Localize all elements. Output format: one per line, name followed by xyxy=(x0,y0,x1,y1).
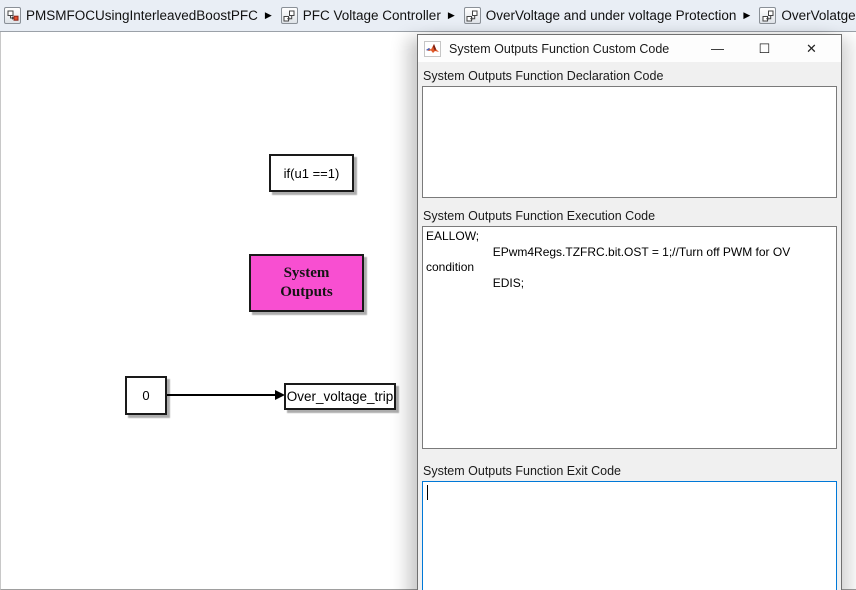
close-button[interactable]: ✕ xyxy=(788,36,835,61)
window-controls: — ☐ ✕ xyxy=(694,36,835,61)
maximize-button[interactable]: ☐ xyxy=(741,36,788,61)
breadcrumb: PMSMFOCUsingInterleavedBoostPFC ▶ PFC Vo… xyxy=(0,0,856,32)
minimize-button[interactable]: — xyxy=(694,36,741,61)
breadcrumb-label[interactable]: OverVoltage and under voltage Protection xyxy=(486,8,737,23)
breadcrumb-item-subsystem-2[interactable]: OverVoltage and under voltage Protection… xyxy=(464,7,760,24)
breadcrumb-item-subsystem-1[interactable]: PFC Voltage Controller ▶ xyxy=(281,7,464,24)
subsystem-icon xyxy=(281,7,298,24)
breadcrumb-item-model[interactable]: PMSMFOCUsingInterleavedBoostPFC ▶ xyxy=(4,7,281,24)
simulink-model-icon xyxy=(4,7,21,24)
matlab-icon xyxy=(424,41,441,57)
signal-line[interactable] xyxy=(167,394,277,396)
exit-code-textarea[interactable] xyxy=(422,481,837,590)
text-cursor xyxy=(427,485,428,500)
breadcrumb-arrow-icon[interactable]: ▶ xyxy=(265,10,272,21)
declaration-code-label: System Outputs Function Declaration Code xyxy=(423,69,837,83)
subsystem-icon xyxy=(759,7,776,24)
dialog-body: System Outputs Function Declaration Code… xyxy=(418,62,841,590)
data-store-write-block[interactable]: Over_voltage_trip xyxy=(284,383,396,410)
declaration-code-textarea[interactable] xyxy=(422,86,837,198)
subsystem-icon xyxy=(464,7,481,24)
custom-code-dialog: System Outputs Function Custom Code — ☐ … xyxy=(417,34,842,590)
constant-block[interactable]: 0 xyxy=(125,376,167,415)
breadcrumb-label[interactable]: OverVolatge Protection xyxy=(781,8,856,23)
breadcrumb-arrow-icon[interactable]: ▶ xyxy=(448,10,455,21)
system-outputs-line1: System xyxy=(284,264,330,283)
system-outputs-line2: Outputs xyxy=(280,283,333,302)
system-outputs-block[interactable]: System Outputs xyxy=(249,254,364,312)
execution-code-textarea[interactable]: EALLOW; EPwm4Regs.TZFRC.bit.OST = 1;//Tu… xyxy=(422,226,837,449)
constant-value: 0 xyxy=(142,388,149,403)
dialog-title: System Outputs Function Custom Code xyxy=(449,42,669,56)
breadcrumb-arrow-icon[interactable]: ▶ xyxy=(743,10,750,21)
breadcrumb-label[interactable]: PFC Voltage Controller xyxy=(303,8,441,23)
exit-code-label: System Outputs Function Exit Code xyxy=(423,464,837,478)
execution-code-label: System Outputs Function Execution Code xyxy=(423,209,837,223)
if-block-label: if(u1 ==1) xyxy=(284,166,340,181)
data-store-label: Over_voltage_trip xyxy=(287,389,394,404)
dialog-titlebar[interactable]: System Outputs Function Custom Code — ☐ … xyxy=(418,35,841,62)
if-block[interactable]: if(u1 ==1) xyxy=(269,154,354,192)
breadcrumb-label[interactable]: PMSMFOCUsingInterleavedBoostPFC xyxy=(26,8,258,23)
breadcrumb-item-subsystem-3[interactable]: OverVolatge Protection ▶ xyxy=(759,7,856,24)
